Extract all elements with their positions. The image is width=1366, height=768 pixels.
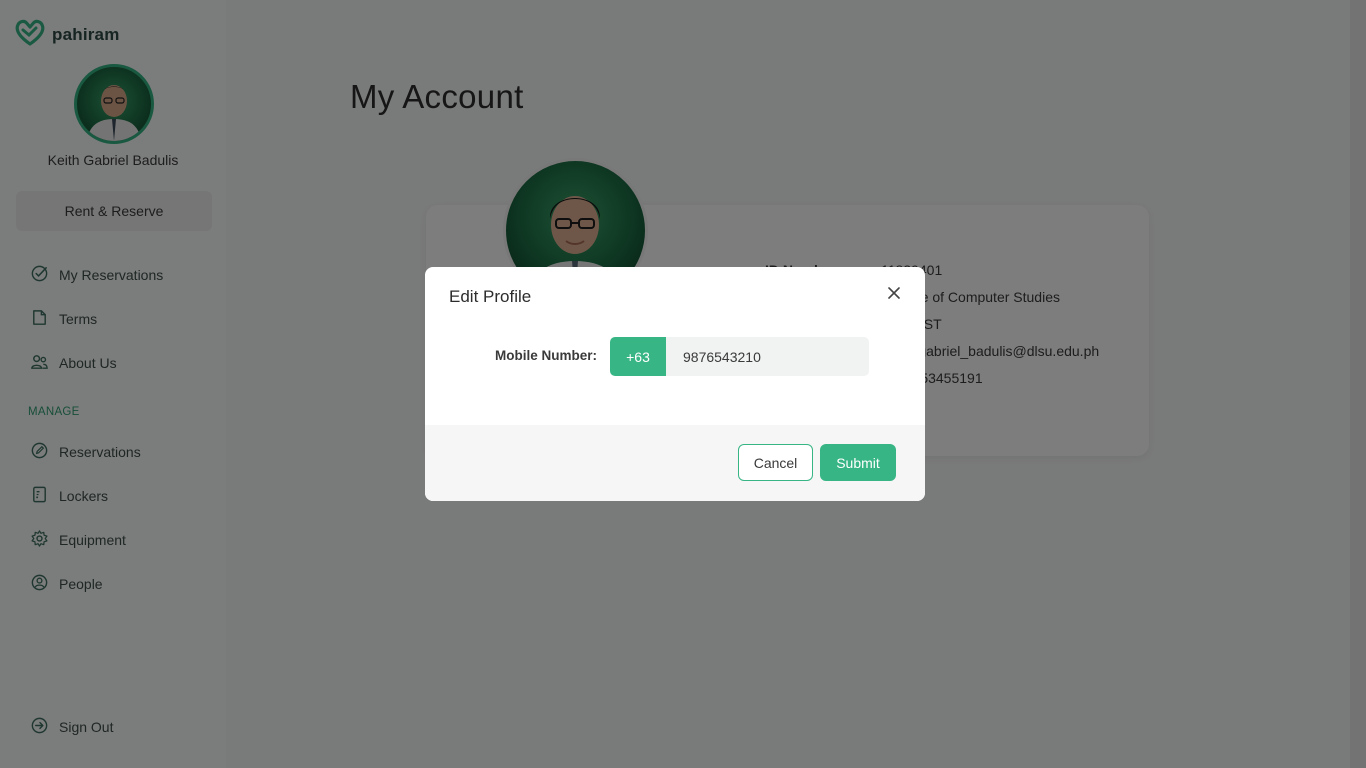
- submit-button[interactable]: Submit: [820, 444, 896, 481]
- close-icon: [888, 286, 900, 304]
- cancel-button[interactable]: Cancel: [738, 444, 813, 481]
- modal-title: Edit Profile: [449, 287, 532, 306]
- mobile-number-input[interactable]: [666, 337, 869, 376]
- mobile-number-label: Mobile Number:: [495, 348, 598, 363]
- edit-profile-modal: Edit Profile Mobile Number: +63 Cancel S…: [425, 267, 925, 501]
- country-code-prefix: +63: [610, 337, 666, 376]
- close-button[interactable]: [885, 286, 903, 304]
- modal-footer: Cancel Submit: [425, 425, 925, 501]
